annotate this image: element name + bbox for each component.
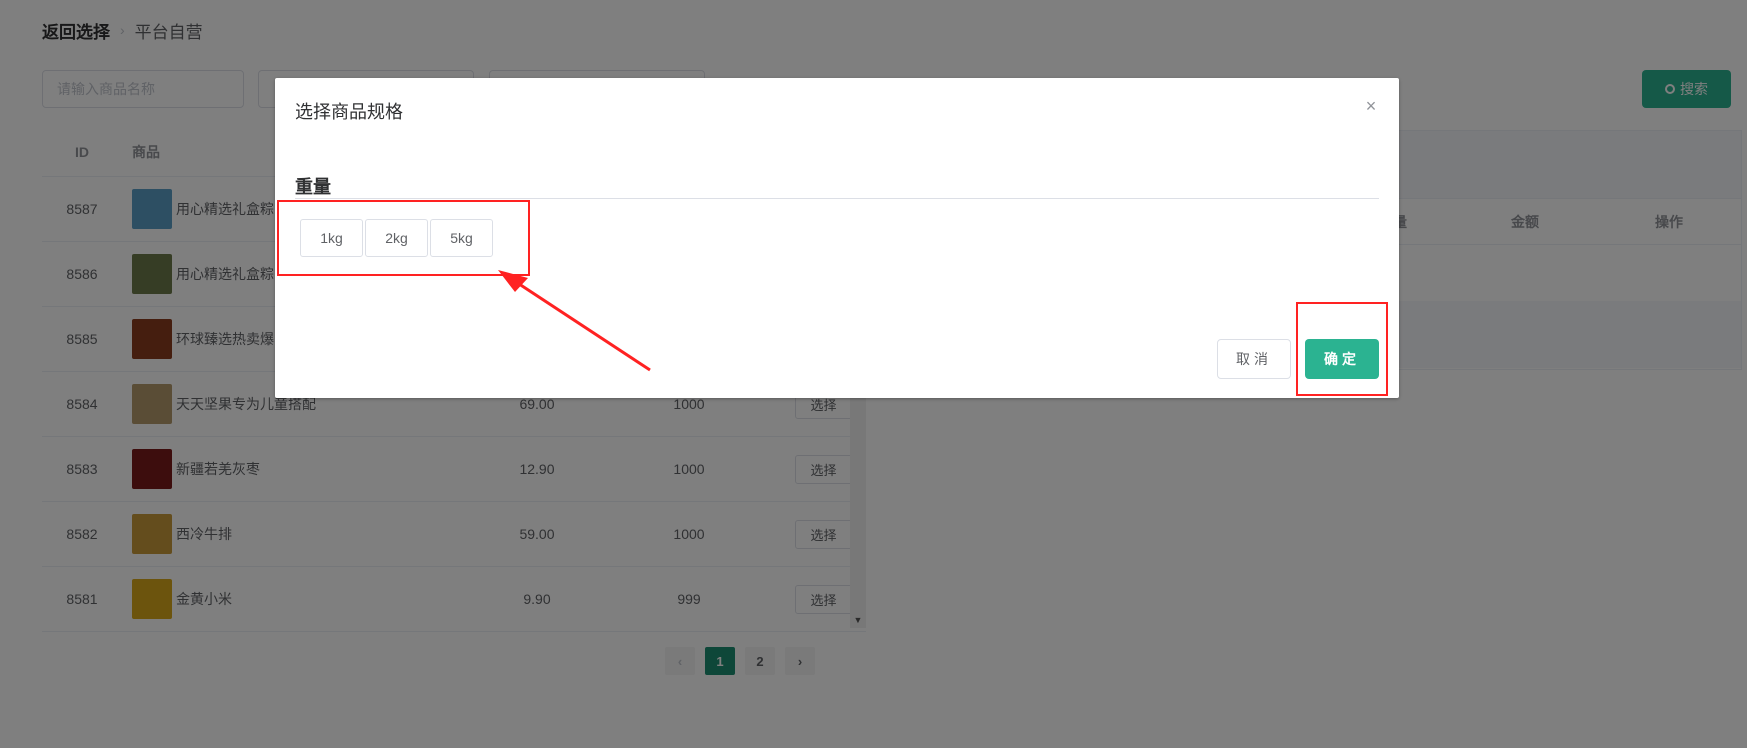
annotation-arrow xyxy=(498,270,651,372)
